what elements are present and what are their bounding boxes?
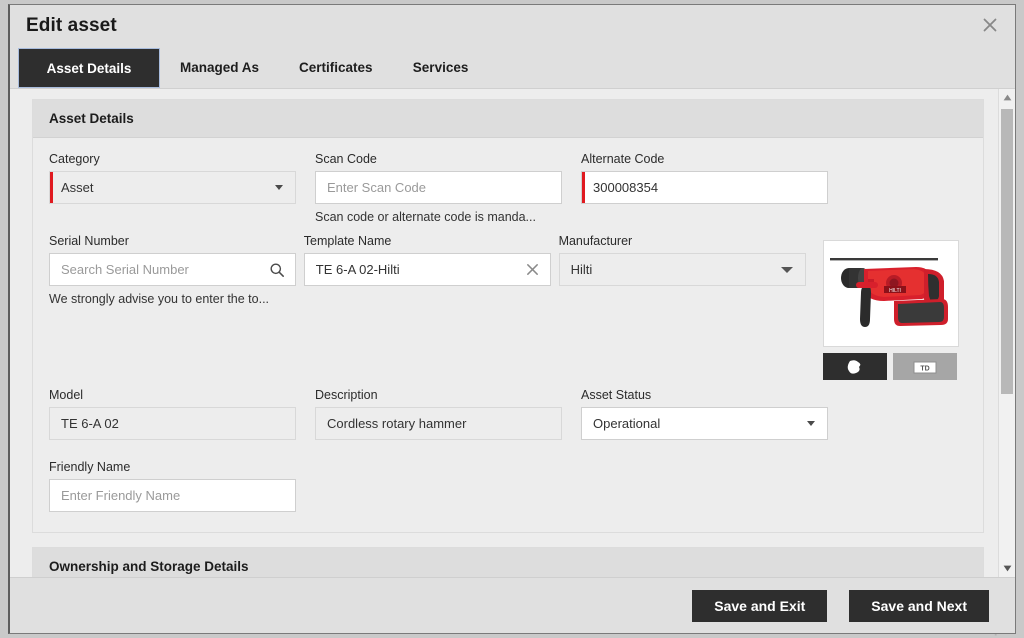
save-and-next-button[interactable]: Save and Next: [849, 589, 989, 622]
tab-asset-details[interactable]: Asset Details: [18, 48, 160, 88]
friendly-name-input[interactable]: Enter Friendly Name: [49, 479, 296, 512]
tab-managed-as[interactable]: Managed As: [160, 47, 279, 88]
serial-number-placeholder: Search Serial Number: [61, 262, 189, 277]
description-label: Description: [315, 388, 378, 402]
category-label: Category: [49, 152, 100, 166]
field-group-alternate-code: Alternate Code 300008354: [581, 152, 847, 226]
template-name-label: Template Name: [303, 234, 392, 248]
description-value: Cordless rotary hammer: [327, 416, 467, 431]
tab-bar: Asset Details Managed As Certificates Se…: [10, 47, 1015, 89]
scroll-content: Asset Details Category Asset Scan Code E…: [10, 89, 998, 577]
form-row-1: Category Asset Scan Code Enter Scan Code…: [49, 152, 967, 226]
edit-asset-modal: Edit asset Asset Details Managed As Cert…: [8, 4, 1016, 634]
page-title: Edit asset: [26, 15, 117, 36]
scroll-down-arrow-icon[interactable]: [999, 560, 1015, 577]
asset-details-panel: Asset Details Category Asset Scan Code E…: [32, 99, 984, 533]
field-group-model: Model TE 6-A 02: [49, 388, 315, 442]
close-icon[interactable]: [977, 12, 1003, 38]
form-row-3: Model TE 6-A 02 Description Cordless rot: [49, 388, 967, 442]
modal-footer: Save and Exit Save and Next: [10, 577, 1015, 633]
field-group-description: Description Cordless rotary hammer: [315, 388, 581, 442]
asset-details-heading: Asset Details: [33, 100, 983, 138]
svg-text:HILTI: HILTI: [889, 288, 901, 294]
scan-code-input[interactable]: Enter Scan Code: [315, 171, 562, 204]
field-group-serial-number: Serial Number Search Serial Number We st…: [49, 234, 304, 380]
chevron-down-icon: [275, 185, 283, 190]
manufacturer-select[interactable]: Hilti: [558, 253, 806, 286]
required-marker: [50, 172, 53, 203]
field-group-friendly-name: Friendly Name Enter Friendly Name: [49, 460, 315, 514]
asset-photo-thumbnail[interactable]: [823, 353, 888, 380]
tab-certificates[interactable]: Certificates: [279, 47, 393, 88]
asset-status-select[interactable]: Operational: [581, 407, 828, 440]
serial-number-input[interactable]: Search Serial Number: [49, 253, 296, 286]
modal-body: Asset Details Category Asset Scan Code E…: [10, 89, 1015, 577]
category-value: Asset: [61, 180, 94, 195]
chevron-down-icon: [807, 421, 815, 426]
template-name-input[interactable]: TE 6-A 02-Hilti: [303, 253, 551, 286]
ownership-storage-heading: Ownership and Storage Details: [33, 548, 983, 577]
form-row-2: Serial Number Search Serial Number We st…: [49, 234, 967, 380]
model-input[interactable]: TE 6-A 02: [49, 407, 296, 440]
asset-document-thumbnail[interactable]: TD: [893, 353, 958, 380]
scan-code-placeholder: Enter Scan Code: [327, 180, 427, 195]
scan-code-help: Scan code or alternate code is manda...: [315, 210, 536, 224]
model-label: Model: [49, 388, 84, 402]
alternate-code-value: 300008354: [593, 180, 659, 195]
field-group-category: Category Asset: [49, 152, 315, 226]
model-value: TE 6-A 02: [61, 416, 119, 431]
asset-image-thumbnails: TD: [823, 353, 967, 380]
scan-code-label: Scan Code: [315, 152, 377, 166]
scroll-up-arrow-icon[interactable]: [999, 89, 1015, 106]
manufacturer-label: Manufacturer: [558, 234, 633, 248]
search-icon[interactable]: [269, 262, 285, 278]
serial-number-help: We strongly advise you to enter the to..…: [49, 292, 270, 306]
form-row-4: Friendly Name Enter Friendly Name: [49, 460, 967, 514]
friendly-name-placeholder: Enter Friendly Name: [61, 488, 181, 503]
scrollbar-thumb[interactable]: [1001, 109, 1013, 394]
field-group-manufacturer: Manufacturer Hilti: [558, 234, 814, 380]
alternate-code-input[interactable]: 300008354: [581, 171, 828, 204]
required-marker: [582, 172, 585, 203]
manufacturer-value: Hilti: [570, 262, 593, 277]
alternate-code-label: Alternate Code: [581, 152, 665, 166]
field-group-template-name: Template Name TE 6-A 02-Hilti: [303, 234, 559, 380]
asset-image: HILTI: [823, 240, 960, 347]
serial-number-label: Serial Number: [49, 234, 129, 248]
ownership-storage-panel: Ownership and Storage Details Default Lo…: [32, 547, 984, 577]
field-group-scan-code: Scan Code Enter Scan Code Scan code or a…: [315, 152, 581, 226]
tab-services[interactable]: Services: [393, 47, 489, 88]
asset-status-value: Operational: [593, 416, 661, 431]
modal-titlebar: Edit asset: [10, 5, 1015, 47]
category-select[interactable]: Asset: [49, 171, 296, 204]
clear-icon[interactable]: [525, 262, 540, 277]
save-and-exit-button[interactable]: Save and Exit: [692, 589, 828, 622]
asset-status-label: Asset Status: [581, 388, 652, 402]
asset-details-body: Category Asset Scan Code Enter Scan Code…: [33, 138, 983, 532]
template-name-value: TE 6-A 02-Hilti: [315, 262, 400, 277]
friendly-name-label: Friendly Name: [49, 460, 131, 474]
vertical-scrollbar[interactable]: [998, 89, 1015, 577]
asset-image-column: HILTI TD: [823, 234, 967, 380]
svg-text:TD: TD: [921, 365, 930, 372]
chevron-down-icon: [780, 266, 793, 273]
field-group-asset-status: Asset Status Operational: [581, 388, 847, 442]
description-input[interactable]: Cordless rotary hammer: [315, 407, 562, 440]
